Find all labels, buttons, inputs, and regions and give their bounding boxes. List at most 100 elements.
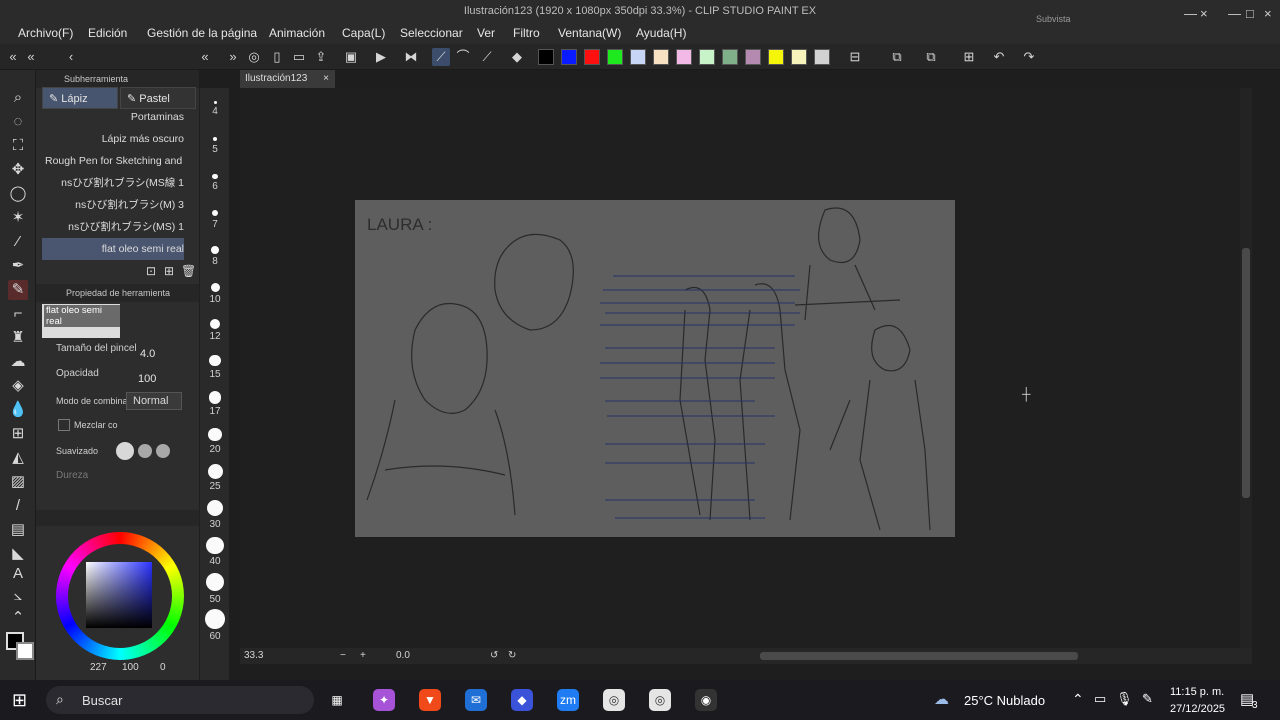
- balloon-icon[interactable]: ⦣: [8, 586, 28, 606]
- clip-studio-paint-icon[interactable]: ◎: [649, 689, 671, 711]
- color-swatch[interactable]: [745, 49, 761, 65]
- menu-animation[interactable]: Animación: [269, 26, 325, 40]
- clip-studio-icon[interactable]: ◎: [245, 48, 263, 66]
- menu-help[interactable]: Ayuda(H): [636, 26, 686, 40]
- brush-size-dot[interactable]: [212, 137, 218, 142]
- brave-icon[interactable]: ▼: [419, 689, 441, 711]
- operation-icon[interactable]: ✥: [8, 160, 28, 180]
- color-swatch[interactable]: [676, 49, 692, 65]
- move-icon[interactable]: ◌: [8, 112, 28, 132]
- zoom-out-icon[interactable]: −: [340, 648, 346, 664]
- brush-size-dot[interactable]: [207, 464, 223, 479]
- snap-special-ruler-icon[interactable]: ⌒: [454, 48, 472, 66]
- decoration-icon[interactable]: ☁: [8, 352, 28, 372]
- document-tab[interactable]: Ilustración123 ×: [240, 70, 335, 88]
- grid-icon[interactable]: ⊞: [960, 48, 978, 66]
- smoothing-option[interactable]: [156, 444, 170, 458]
- eraser-icon[interactable]: ◈: [8, 376, 28, 396]
- snap-grid-icon[interactable]: ⟋: [478, 48, 496, 66]
- color-swatch[interactable]: [722, 49, 738, 65]
- smoothing-option-selected[interactable]: [116, 442, 134, 460]
- menu-filter[interactable]: Filtro: [513, 26, 540, 40]
- clip-studio-app-icon[interactable]: ◎: [603, 689, 625, 711]
- menu-layer[interactable]: Capa(L): [342, 26, 385, 40]
- brush-size-dot[interactable]: [209, 318, 221, 329]
- layer-move-icon[interactable]: ⛶: [8, 136, 28, 156]
- correct-line-icon[interactable]: ⌃: [8, 608, 28, 628]
- color-swatch[interactable]: [814, 49, 830, 65]
- obs-icon[interactable]: ◉: [695, 689, 717, 711]
- fill-icon[interactable]: ◆: [508, 48, 526, 66]
- copy-subtool-icon[interactable]: ⊡: [146, 264, 156, 278]
- flip-icon[interactable]: ⧓: [402, 48, 420, 66]
- minimize-window-icon[interactable]: —: [1228, 6, 1241, 21]
- menu-window[interactable]: Ventana(W): [558, 26, 621, 40]
- color-swatch[interactable]: [768, 49, 784, 65]
- back-icon[interactable]: ‹: [62, 48, 80, 66]
- brush-size-dot[interactable]: [205, 572, 225, 592]
- minimize-icon[interactable]: —: [1184, 6, 1197, 21]
- color-swatch[interactable]: [699, 49, 715, 65]
- auto-select-icon[interactable]: ✶: [8, 208, 28, 228]
- crop-icon[interactable]: ⧉: [888, 48, 906, 66]
- saturation-value-square[interactable]: [86, 562, 152, 628]
- smoothing-option[interactable]: [138, 444, 152, 458]
- add-subtool-icon[interactable]: ⊞: [164, 264, 174, 278]
- color-swatch[interactable]: [607, 49, 623, 65]
- color-swatch[interactable]: [538, 49, 554, 65]
- brush-size-dot[interactable]: [208, 427, 222, 442]
- brush-item-rough-pen[interactable]: Rough Pen for Sketching and: [42, 150, 184, 172]
- brush-item-flat-oleo[interactable]: flat oleo semi real: [42, 238, 184, 260]
- fill-bucket-icon[interactable]: ◭: [8, 448, 28, 468]
- color-swatch[interactable]: [653, 49, 669, 65]
- brush-item-ns-3[interactable]: nsひび割れブラシ(MS) 1: [42, 216, 184, 238]
- brush-size-dot[interactable]: [208, 391, 222, 404]
- pen-icon[interactable]: ✒: [8, 256, 28, 276]
- text-icon[interactable]: A: [8, 564, 28, 584]
- media-icon[interactable]: ◆: [511, 689, 533, 711]
- menu-file[interactable]: Archivo(F): [18, 26, 73, 40]
- horizontal-scrollbar[interactable]: [760, 652, 1078, 660]
- brush-size-value[interactable]: 4.0: [140, 348, 155, 360]
- new-file-icon[interactable]: ▯: [268, 48, 286, 66]
- brush-size-dot[interactable]: [206, 536, 224, 554]
- redo-icon[interactable]: ↷: [1020, 48, 1038, 66]
- frame-border-icon[interactable]: ▤: [8, 520, 28, 540]
- brush-size-dot[interactable]: [209, 355, 221, 367]
- blend-icon[interactable]: 💧: [8, 400, 28, 420]
- transform-icon[interactable]: ⧉: [922, 48, 940, 66]
- color-swatch[interactable]: [791, 49, 807, 65]
- close-tab-icon[interactable]: ×: [323, 70, 329, 88]
- battery-icon[interactable]: ▭: [1094, 691, 1106, 707]
- taskbar-search[interactable]: ⌕ Buscar: [46, 686, 314, 714]
- copilot-icon[interactable]: ✦: [373, 689, 395, 711]
- export-icon[interactable]: ▣: [342, 48, 360, 66]
- task-view-icon[interactable]: ▦: [326, 689, 348, 711]
- zoom-in-icon[interactable]: +: [360, 648, 366, 664]
- layer-settings-icon[interactable]: ⊟: [846, 48, 864, 66]
- brush-size-dot[interactable]: [211, 209, 219, 217]
- brush-size-dot[interactable]: [205, 609, 225, 629]
- pencil-icon[interactable]: ✎: [8, 280, 28, 300]
- menu-view[interactable]: Ver: [477, 26, 495, 40]
- sub-color-swatch[interactable]: [16, 642, 34, 660]
- close-window-icon[interactable]: ×: [1264, 6, 1272, 21]
- undo-icon[interactable]: ↶: [990, 48, 1008, 66]
- mesh-icon[interactable]: ⊞: [8, 424, 28, 444]
- maximize-window-icon[interactable]: □: [1246, 6, 1254, 21]
- lasso-icon[interactable]: ◯: [8, 184, 28, 204]
- gradient-icon[interactable]: ▨: [8, 472, 28, 492]
- angle-value[interactable]: 0.0: [396, 648, 410, 664]
- rotate-right-icon[interactable]: ↻: [508, 648, 516, 664]
- brush-size-dot[interactable]: [213, 101, 217, 104]
- weather-text[interactable]: 25°C Nublado: [964, 693, 1045, 708]
- opacity-value[interactable]: 100: [138, 373, 156, 385]
- color-swatch[interactable]: [584, 49, 600, 65]
- delete-subtool-icon[interactable]: 🗑: [181, 264, 196, 278]
- chevron-up-icon[interactable]: ⌃: [1072, 691, 1084, 708]
- brush-size-dot[interactable]: [211, 246, 219, 254]
- clock-date[interactable]: 27/12/2025: [1170, 703, 1225, 715]
- brush-size-dot[interactable]: [210, 282, 220, 292]
- microphone-icon[interactable]: 🎙: [1116, 691, 1133, 707]
- mail-icon[interactable]: ✉: [465, 689, 487, 711]
